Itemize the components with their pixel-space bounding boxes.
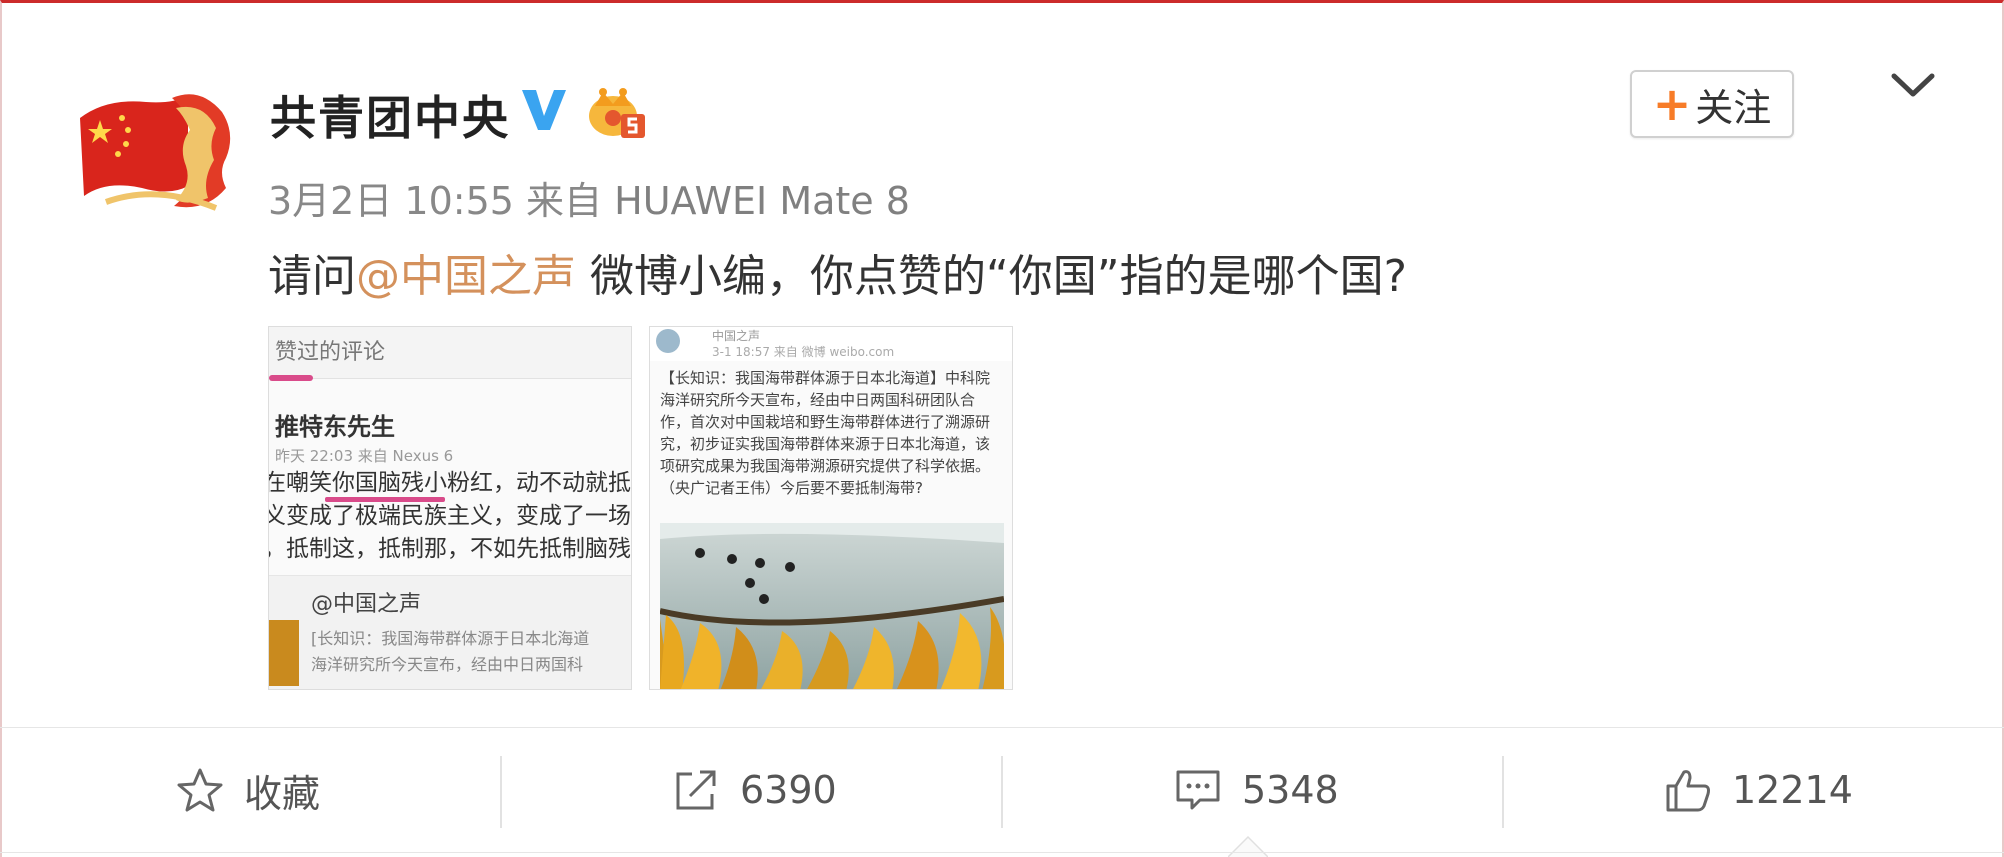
repost-count: 6390	[740, 768, 837, 812]
verified-v-icon	[522, 90, 566, 130]
post-image-2[interactable]: 中国之声 3-1 18:57 来自 微博 weibo.com 【长知识：我国海带…	[649, 326, 1013, 690]
thumbs-up-icon	[1666, 770, 1710, 812]
source-prefix: 来自	[526, 179, 603, 223]
action-separator	[1502, 756, 1504, 828]
image1-quote-thumbnail	[269, 620, 299, 686]
image1-line: ，抵制这，抵制那，不如先抵制脑残	[268, 536, 631, 562]
comment-icon	[1176, 770, 1220, 810]
action-separator	[500, 756, 502, 828]
image2-header: 中国之声 3-1 18:57 来自 微博 weibo.com	[650, 327, 1012, 361]
author-avatar[interactable]	[76, 88, 236, 216]
image2-author: 中国之声	[712, 329, 761, 343]
image2-avatar	[656, 329, 680, 353]
follow-label: 关注	[1695, 85, 1772, 130]
image1-quote-line: [长知识：我国海带群体源于日本北海道	[311, 629, 590, 648]
image1-time: 昨天 22:03 来自 Nexus 6	[275, 447, 454, 465]
like-count: 12214	[1732, 768, 1853, 812]
chevron-down-icon[interactable]	[1888, 68, 1938, 104]
share-icon	[676, 770, 716, 810]
favorite-label: 收藏	[244, 771, 321, 816]
favorite-button[interactable]: 收藏	[176, 755, 320, 825]
image1-quote-line: 海洋研究所今天宣布，经由中日两国科	[311, 655, 584, 674]
image1-quote-name: @中国之声	[311, 592, 422, 617]
like-button[interactable]: 12214	[1664, 755, 1853, 825]
author-name[interactable]: 共青团中央	[270, 82, 510, 148]
post-text-before: 请问	[268, 251, 356, 302]
image1-quote-body: [长知识：我国海带群体源于日本北海道 海洋研究所今天宣布，经由中日两国科	[311, 626, 631, 678]
repost-button[interactable]: 6390	[672, 755, 837, 825]
comment-panel-caret	[1228, 835, 1268, 857]
post-meta: 3月2日 10:55 来自 HUAWEI Mate 8	[268, 170, 910, 225]
star-icon	[177, 768, 223, 812]
plus-icon: +	[1652, 77, 1692, 131]
action-bar-top-border	[0, 727, 2004, 728]
image1-username: 推特东先生	[275, 413, 395, 441]
follow-button[interactable]: + 关注	[1630, 70, 1794, 138]
image1-header: 赞过的评论	[269, 327, 631, 379]
image2-meta: 3-1 18:57 来自 微博 weibo.com	[712, 345, 895, 359]
post-image-1[interactable]: 赞过的评论 推特东先生 昨天 22:03 来自 Nexus 6 在嘲笑你国脑残小…	[268, 326, 632, 690]
image1-comment: 在嘲笑你国脑残小粉红，动不动就抵 义变成了极端民族主义，变成了一场 ，抵制这，抵…	[268, 467, 631, 566]
mention-link[interactable]: @中国之声	[356, 251, 576, 302]
action-separator	[1001, 756, 1003, 828]
post-text: 请问@中国之声 微博小编，你点赞的“你国”指的是哪个国?	[268, 240, 1407, 304]
image1-highlight-underline	[325, 497, 445, 502]
seaweed-photo	[660, 523, 1004, 689]
image1-line: 义变成了极端民族主义，变成了一场	[268, 503, 631, 529]
image2-body: 【长知识：我国海带群体源于日本北海道】中科院海洋研究所今天宣布，经由中日两国科研…	[660, 369, 991, 497]
comment-count: 5348	[1242, 768, 1339, 812]
vip-crown-icon[interactable]	[585, 84, 647, 140]
image1-line: 在嘲笑你国脑残小粉红，动不动就抵	[268, 470, 631, 496]
post-text-after: 微博小编，你点赞的“你国”指的是哪个国?	[576, 251, 1407, 302]
comment-button[interactable]: 5348	[1174, 755, 1339, 825]
image1-quoted-post: @中国之声 [长知识：我国海带群体源于日本北海道 海洋研究所今天宣布，经由中日两…	[269, 575, 631, 689]
image1-tab-indicator	[269, 375, 313, 381]
post-timestamp[interactable]: 3月2日 10:55	[268, 179, 514, 223]
card-bottom-border	[0, 852, 2004, 853]
source-device[interactable]: HUAWEI Mate 8	[614, 179, 910, 223]
